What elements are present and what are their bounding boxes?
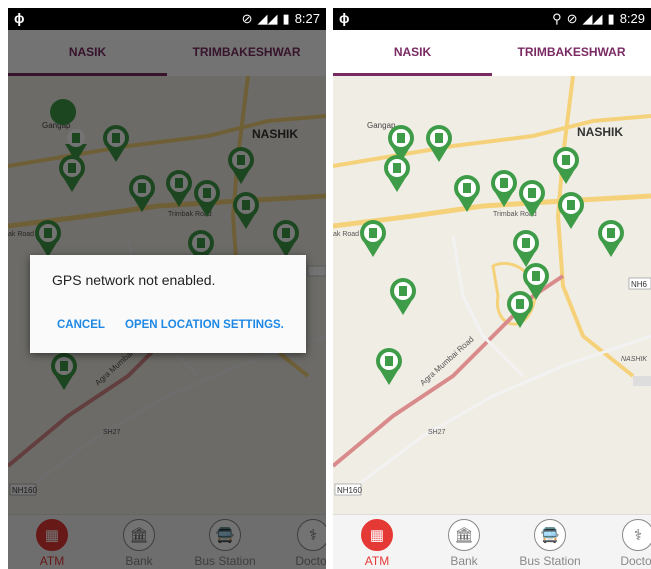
clock: 8:29 xyxy=(619,11,645,26)
map-canvas: NASHIK Gangap Trimbak Road ak Road Agra … xyxy=(333,76,651,514)
map-label-ak-road: ak Road xyxy=(333,231,359,238)
signal-icon: ◢◢ xyxy=(582,11,603,26)
nav-atm-label: ATM xyxy=(364,554,390,568)
status-bar: ɸ ⊘ ◢◢ ▮ 8:27 xyxy=(8,8,326,30)
app-notification-icon: ɸ xyxy=(339,10,350,26)
nav-bus-station-label: Bus Station xyxy=(519,554,581,568)
map-label-nashik-right: NASHIK xyxy=(621,356,647,363)
nav-doctor-label: Doctor xyxy=(620,554,651,568)
cancel-button[interactable]: CANCEL xyxy=(57,319,105,331)
do-not-disturb-icon: ⊘ xyxy=(241,11,253,26)
nav-bank-label: Bank xyxy=(450,554,478,568)
phone-screen-right: ɸ ⚲ ⊘ ◢◢ ▮ 8:29 NASIK TRIMBAKESHWAR NASH… xyxy=(333,8,651,569)
atm-icon: ▦ xyxy=(361,519,393,551)
map-label-city: NASHIK xyxy=(577,125,623,139)
app-notification-icon: ɸ xyxy=(14,10,25,26)
status-bar: ɸ ⚲ ⊘ ◢◢ ▮ 8:29 xyxy=(333,8,651,30)
tab-nasik[interactable]: NASIK xyxy=(333,30,492,76)
bottom-nav: ▦ ATM 🏛 Bank 🚍 Bus Station ⚕ Doctor xyxy=(333,514,651,569)
nav-bus-station[interactable]: 🚍 Bus Station xyxy=(510,519,590,568)
open-location-settings-button[interactable]: OPEN LOCATION SETTINGS. xyxy=(125,319,284,331)
map-label-sh27: SH27 xyxy=(428,429,446,436)
map-view[interactable]: NASHIK Gangap Trimbak Road ak Road Agra … xyxy=(333,76,651,514)
doctor-icon: ⚕ xyxy=(622,519,651,551)
city-tabs: NASIK TRIMBAKESHWAR xyxy=(333,30,651,76)
battery-icon: ▮ xyxy=(282,11,290,26)
battery-icon: ▮ xyxy=(607,11,615,26)
bus-icon: 🚍 xyxy=(534,519,566,551)
nav-atm[interactable]: ▦ ATM xyxy=(337,519,417,568)
location-icon: ⚲ xyxy=(552,11,562,26)
map-label-nh: NH6 xyxy=(631,280,648,289)
map-label-nh160: NH160 xyxy=(337,486,362,495)
nav-bank[interactable]: 🏛 Bank xyxy=(424,519,504,568)
clock: 8:27 xyxy=(294,11,320,26)
signal-icon: ◢◢ xyxy=(257,11,278,26)
gps-dialog: GPS network not enabled. CANCEL OPEN LOC… xyxy=(30,255,306,353)
do-not-disturb-icon: ⊘ xyxy=(566,11,578,26)
nav-doctor[interactable]: ⚕ Doctor xyxy=(598,519,651,568)
dialog-message: GPS network not enabled. xyxy=(52,272,216,288)
bank-icon: 🏛 xyxy=(448,519,480,551)
tab-trimbakeshwar[interactable]: TRIMBAKESHWAR xyxy=(492,30,651,76)
phone-screen-left: ɸ ⊘ ◢◢ ▮ 8:27 NASIK TRIMBAKESHWAR NASHIK… xyxy=(8,8,326,569)
map-label-gangapur: Gangap xyxy=(367,121,396,130)
